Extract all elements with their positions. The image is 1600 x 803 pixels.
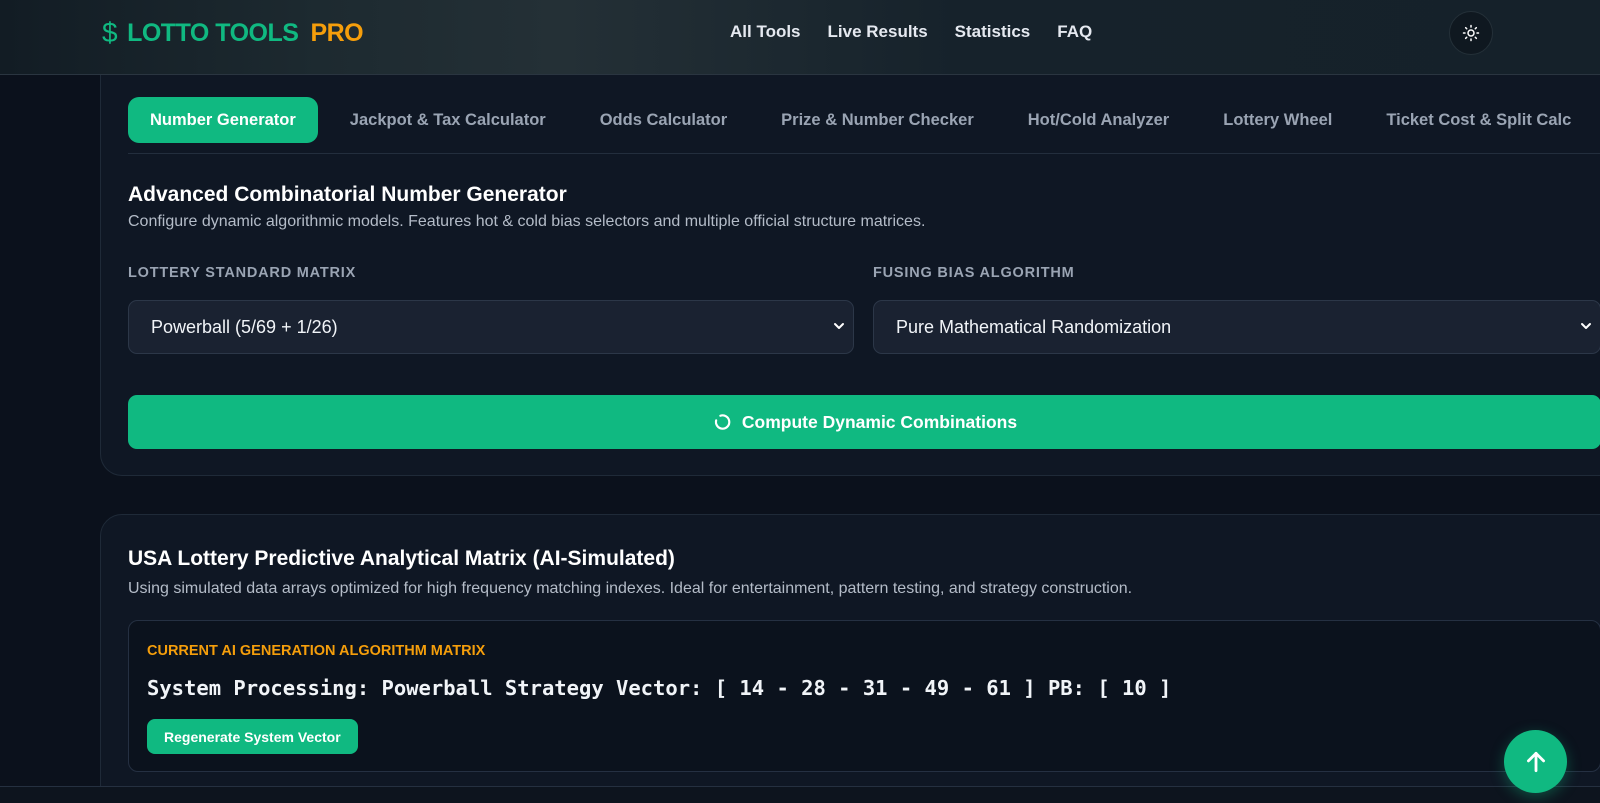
tab-ticket-cost-split-calc[interactable]: Ticket Cost & Split Calc xyxy=(1364,97,1593,143)
logo-brand-text: LOTTO TOOLS xyxy=(127,18,299,47)
tab-number-generator[interactable]: Number Generator xyxy=(128,97,318,143)
bias-select-label: FUSING BIAS ALGORITHM xyxy=(873,265,1075,281)
predictive-title: USA Lottery Predictive Analytical Matrix… xyxy=(128,547,675,570)
tab-odds-calculator[interactable]: Odds Calculator xyxy=(578,97,749,143)
predictive-description: Using simulated data arrays optimized fo… xyxy=(128,580,1133,597)
theme-toggle-button[interactable] xyxy=(1449,11,1493,55)
compute-combinations-button[interactable]: Compute Dynamic Combinations xyxy=(128,395,1600,449)
nav-faq[interactable]: FAQ xyxy=(1057,22,1092,42)
nav-statistics[interactable]: Statistics xyxy=(955,22,1031,42)
tab-hot-cold-analyzer[interactable]: Hot/Cold Analyzer xyxy=(1006,97,1191,143)
sun-icon xyxy=(1462,24,1480,42)
nav-all-tools[interactable]: All Tools xyxy=(730,22,801,42)
bias-select[interactable]: Pure Mathematical Randomization xyxy=(873,300,1600,354)
main-nav: All Tools Live Results Statistics FAQ xyxy=(730,22,1092,42)
chevron-down-icon xyxy=(834,323,844,329)
strategy-vector-text: System Processing: Powerball Strategy Ve… xyxy=(147,676,1172,700)
generator-description: Configure dynamic algorithmic models. Fe… xyxy=(128,213,926,230)
scroll-to-top-button[interactable] xyxy=(1504,730,1567,793)
predictive-card: USA Lottery Predictive Analytical Matrix… xyxy=(100,514,1600,803)
site-header: $ LOTTO TOOLS PRO All Tools Live Results… xyxy=(0,0,1600,75)
bias-select-value: Pure Mathematical Randomization xyxy=(896,316,1172,337)
matrix-select[interactable]: Powerball (5/69 + 1/26) xyxy=(128,300,854,354)
logo-pro-text: PRO xyxy=(310,18,364,47)
regenerate-vector-button[interactable]: Regenerate System Vector xyxy=(147,719,358,754)
tab-jackpot-tax-calculator[interactable]: Jackpot & Tax Calculator xyxy=(328,97,568,143)
ai-matrix-label: CURRENT AI GENERATION ALGORITHM MATRIX xyxy=(147,643,486,659)
compute-button-label: Compute Dynamic Combinations xyxy=(741,411,1018,432)
arrow-up-icon xyxy=(1526,751,1545,772)
tool-tabs: Number Generator Jackpot & Tax Calculato… xyxy=(128,97,1600,154)
generator-card: Number Generator Jackpot & Tax Calculato… xyxy=(100,75,1600,476)
tab-prize-number-checker[interactable]: Prize & Number Checker xyxy=(759,97,996,143)
tab-lottery-wheel[interactable]: Lottery Wheel xyxy=(1201,97,1354,143)
generator-title: Advanced Combinatorial Number Generator xyxy=(128,183,567,206)
nav-live-results[interactable]: Live Results xyxy=(828,22,928,42)
ai-matrix-box: CURRENT AI GENERATION ALGORITHM MATRIX S… xyxy=(128,620,1600,772)
matrix-select-value: Powerball (5/69 + 1/26) xyxy=(151,316,338,337)
spinner-icon xyxy=(714,414,731,430)
footer-bar xyxy=(0,786,1600,803)
chevron-down-icon xyxy=(1581,323,1591,329)
dollar-icon: $ xyxy=(102,17,118,48)
matrix-select-label: LOTTERY STANDARD MATRIX xyxy=(128,265,357,281)
site-logo[interactable]: $ LOTTO TOOLS PRO xyxy=(102,16,364,50)
